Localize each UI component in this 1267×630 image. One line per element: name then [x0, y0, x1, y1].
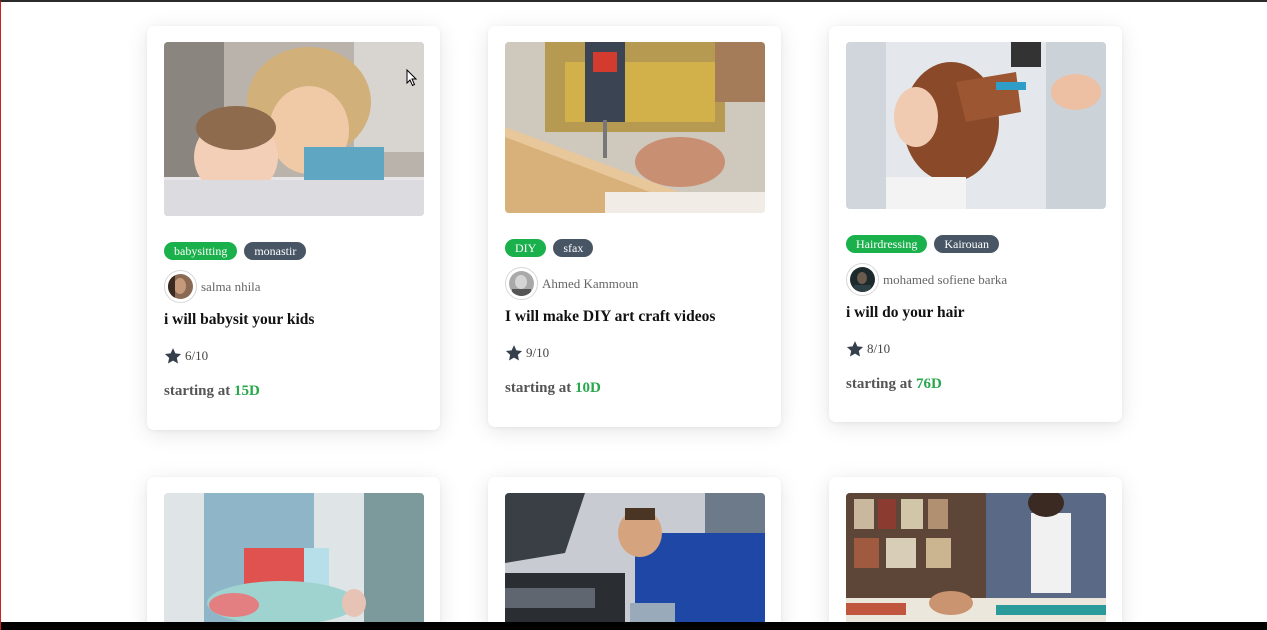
mechanic-photo [505, 493, 765, 630]
cleaning-supplies-photo [164, 493, 424, 630]
author-name: salma nhila [201, 278, 261, 294]
rating-value: 8/10 [867, 341, 891, 356]
rating-value: 9/10 [526, 345, 550, 360]
price-prefix: starting at [505, 380, 572, 396]
avatar[interactable] [846, 263, 879, 296]
author-name: Ahmed Kammoun [542, 275, 639, 291]
gig-image[interactable] [505, 42, 765, 213]
gig-card[interactable]: Hairdressing Kairouan mohamed sofiene ba… [829, 26, 1122, 422]
category-tag[interactable]: babysitting [164, 242, 238, 260]
category-tag[interactable]: DIY [505, 239, 547, 257]
gig-price: starting at 10D [505, 380, 765, 397]
gig-author[interactable]: Ahmed Kammoun [505, 267, 765, 300]
gig-image[interactable] [505, 493, 765, 630]
avatar[interactable] [164, 270, 197, 303]
author-name: mohamed sofiene barka [883, 271, 1008, 287]
rating-value: 6/10 [185, 348, 209, 363]
gig-rating: 6/10 [164, 347, 424, 365]
star-icon [505, 345, 523, 361]
gig-rating: 9/10 [505, 344, 765, 362]
gig-rating: 8/10 [846, 340, 1106, 358]
gig-title[interactable]: i will babysit your kids [164, 311, 424, 329]
gig-title[interactable]: I will make DIY art craft videos [505, 308, 765, 326]
gig-image[interactable] [164, 42, 424, 216]
gig-card[interactable]: DIY sfax Ahmed Kammoun I will make DIY a… [488, 26, 781, 427]
gig-author[interactable]: mohamed sofiene barka [846, 263, 1106, 296]
bottom-bar [1, 622, 1267, 630]
studying-student-photo [846, 493, 1106, 630]
gig-image[interactable] [164, 493, 424, 630]
location-tag[interactable]: sfax [553, 239, 594, 257]
price-amount: 10D [575, 380, 601, 396]
gig-image[interactable] [846, 42, 1106, 209]
gig-price: starting at 76D [846, 376, 1106, 393]
gig-title[interactable]: i will do your hair [846, 304, 1106, 322]
category-tag[interactable]: Hairdressing [846, 235, 928, 253]
drill-woodwork-photo [505, 42, 765, 213]
mouse-cursor-icon [406, 69, 418, 87]
location-tag[interactable]: Kairouan [934, 235, 999, 253]
gig-image[interactable] [846, 493, 1106, 630]
gig-price: starting at 15D [164, 383, 424, 400]
gig-card[interactable] [488, 477, 781, 630]
children-photo [164, 42, 424, 216]
hairdressing-photo [846, 42, 1106, 209]
avatar[interactable] [505, 267, 538, 300]
star-icon [846, 341, 864, 357]
price-prefix: starting at [164, 383, 231, 399]
gig-author[interactable]: salma nhila [164, 270, 424, 303]
star-icon [164, 348, 182, 364]
price-amount: 76D [916, 376, 942, 392]
price-amount: 15D [234, 383, 260, 399]
price-prefix: starting at [846, 376, 913, 392]
gig-card[interactable] [147, 477, 440, 630]
gig-card[interactable]: babysitting monastir salma nhila i will … [147, 26, 440, 430]
location-tag[interactable]: monastir [244, 242, 307, 260]
gig-card[interactable] [829, 477, 1122, 630]
